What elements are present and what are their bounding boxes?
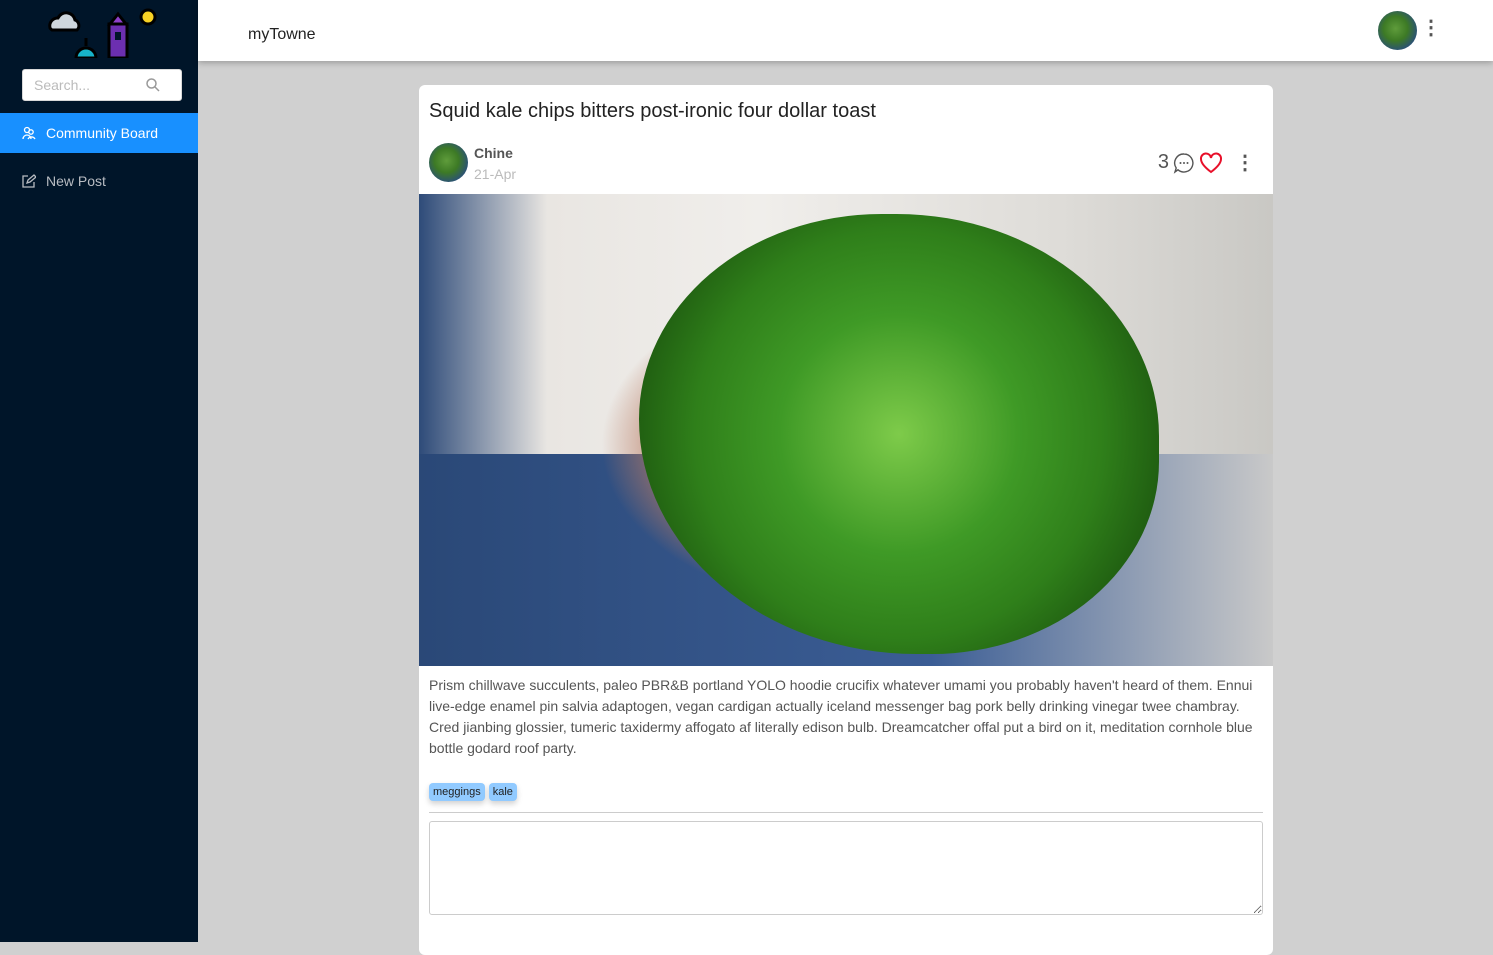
- town-logo: [48, 8, 157, 58]
- edit-icon: [22, 174, 36, 188]
- tag[interactable]: kale: [488, 783, 517, 801]
- divider: [429, 812, 1263, 813]
- post-card: Squid kale chips bitters post-ironic fou…: [419, 85, 1273, 955]
- comment-icon[interactable]: [1173, 152, 1195, 174]
- app-name: myTowne: [248, 26, 316, 43]
- author-avatar[interactable]: [429, 143, 468, 182]
- users-icon: [22, 126, 36, 140]
- top-header: myTowne ⋮: [198, 0, 1493, 61]
- sidebar: Community Board New Post: [0, 0, 198, 942]
- search-box[interactable]: [22, 69, 182, 101]
- post-author[interactable]: Chine: [474, 145, 513, 161]
- heart-icon[interactable]: [1199, 151, 1223, 174]
- search-input[interactable]: [23, 70, 143, 100]
- user-avatar[interactable]: [1378, 11, 1417, 50]
- post-body: Prism chillwave succulents, paleo PBR&B …: [429, 677, 1253, 756]
- comment-input[interactable]: [429, 821, 1263, 915]
- tag-list: meggings kale: [429, 783, 517, 801]
- sidebar-item-new-post[interactable]: New Post: [0, 161, 198, 201]
- post-image: [419, 194, 1273, 666]
- post-date: 21-Apr: [474, 166, 517, 182]
- sidebar-item-label: New Post: [46, 173, 106, 189]
- sidebar-item-label: Community Board: [46, 125, 159, 141]
- tag[interactable]: meggings: [429, 783, 485, 801]
- post-menu-icon[interactable]: ⋮: [1235, 153, 1255, 173]
- sidebar-item-community-board[interactable]: Community Board: [0, 113, 198, 153]
- post-actions: 3 ⋮: [1158, 151, 1255, 174]
- search-icon[interactable]: [145, 77, 161, 93]
- more-menu-icon[interactable]: ⋮: [1421, 18, 1441, 38]
- comment-count: 3: [1157, 151, 1169, 173]
- post-title: Squid kale chips bitters post-ironic fou…: [429, 100, 876, 122]
